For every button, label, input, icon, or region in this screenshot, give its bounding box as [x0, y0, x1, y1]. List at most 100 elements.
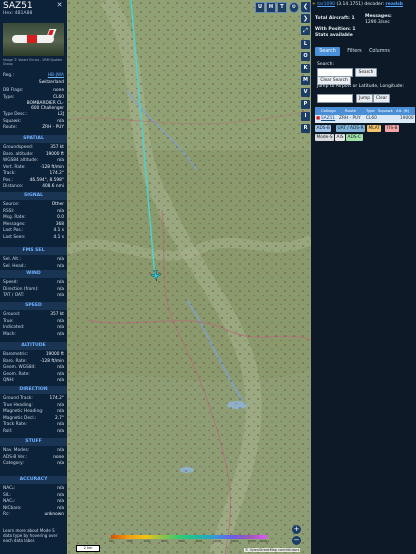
- decoder-label: decoder:: [364, 2, 385, 7]
- stats-link[interactable]: Stats available: [315, 33, 353, 38]
- altitude-tick-label: 4000: [161, 540, 168, 543]
- col-route[interactable]: Route: [345, 107, 356, 115]
- fullscreen-icon[interactable]: ⤢: [301, 26, 310, 35]
- field-label: Magnetic Decl.:: [3, 415, 37, 421]
- field-label: Baro. altitude:: [3, 151, 34, 157]
- settings-icon[interactable]: ⚙: [289, 2, 299, 13]
- field-value: n/a: [57, 409, 64, 414]
- collapse-left-icon[interactable]: ❮: [301, 2, 310, 11]
- search-label: Search:: [317, 62, 334, 67]
- field-value: 19000 ft: [45, 151, 64, 157]
- messages-label: Messages:: [365, 14, 392, 19]
- tab-search[interactable]: Search: [315, 47, 340, 56]
- map-button-t[interactable]: T: [277, 2, 287, 13]
- map-button-o[interactable]: O: [301, 52, 310, 61]
- field-label: Category:: [3, 461, 24, 466]
- field-value: n/a: [57, 371, 64, 377]
- map-button-l[interactable]: L: [301, 40, 310, 49]
- field-label: Ground:: [3, 312, 21, 317]
- zoom-in-button[interactable]: +: [292, 525, 301, 534]
- field-label: TAT / OAT:: [3, 293, 25, 298]
- altitude-tick-label: 6000: [178, 540, 185, 543]
- map-button-k[interactable]: K: [301, 64, 310, 73]
- field-label: Magnetic Heading:: [3, 409, 44, 414]
- field-label: Sel. Alt.:: [3, 257, 21, 262]
- section-rows-wind: Speed: n/a Direction (from): n/a TAT / OAT: n…: [3, 280, 64, 300]
- more-info-note: Learn more about Mode S data type by hov…: [3, 528, 58, 543]
- signal-row: Last Seen: 4.1 s: [3, 235, 64, 242]
- map-canvas[interactable]: [67, 0, 311, 554]
- altitude-tick-label: 1000: [126, 540, 133, 543]
- col-alt[interactable]: Alt. (ft): [396, 107, 409, 115]
- aircraft-photo[interactable]: [3, 23, 64, 56]
- stuff-row: Category: n/a: [3, 461, 64, 468]
- section-rows-accuracy: NACₚ: n/a SIL: n/a NACᵥ: n/a NICbaro: n/a Rc: unk…: [3, 486, 64, 519]
- map-attribution[interactable]: © OpenStreetMap contributors: [244, 548, 301, 552]
- app-name-link[interactable]: tar1090: [317, 2, 335, 7]
- flag-icon: ■: [316, 116, 321, 121]
- reg-value[interactable]: HB-JWA: [48, 73, 64, 78]
- map-button-h[interactable]: H: [266, 2, 276, 13]
- expand-right-icon[interactable]: ❯: [301, 14, 310, 23]
- map-button-p[interactable]: P: [301, 100, 310, 109]
- map-view[interactable]: U H T ⚙ ◈ + − 2 km 500100020004000600080…: [67, 0, 311, 554]
- field-value: n/a: [57, 257, 64, 262]
- map-button-u[interactable]: U: [255, 2, 265, 13]
- altitude-legend: [111, 535, 267, 539]
- tab-filters[interactable]: Filters: [342, 47, 367, 56]
- tab-columns[interactable]: Columns: [367, 47, 392, 56]
- col-squawk[interactable]: Squawk: [378, 107, 393, 115]
- speed-row: Mach: n/a: [3, 332, 64, 339]
- field-value: n/a: [57, 331, 64, 337]
- map-button-v[interactable]: V: [301, 88, 310, 97]
- field-label: WGS84 altitude:: [3, 158, 39, 163]
- aircraft-list-panel: ✈ tar1090 (3.14.1751) decoder: readsb To…: [311, 0, 416, 554]
- field-value: n/a: [57, 158, 64, 163]
- search-button[interactable]: Search: [355, 68, 377, 77]
- col-callsign[interactable]: Callsign: [321, 107, 336, 115]
- selected-hex: Hex: 4B1A88: [3, 11, 33, 16]
- field-label: NICbaro:: [3, 505, 22, 511]
- field-label: Sel. Head.:: [3, 263, 27, 269]
- field-value: Other: [51, 202, 64, 207]
- field-value: n/a: [57, 486, 64, 491]
- field-value: n/a: [57, 280, 64, 285]
- section-header-spatial: SPATIAL: [0, 135, 67, 143]
- section-header-direction: DIRECTION: [0, 386, 67, 394]
- field-label: Geom. WGS84:: [3, 365, 36, 370]
- clear-button[interactable]: Clear: [373, 94, 390, 103]
- country-row: Switzerland: [38, 79, 64, 85]
- field-value: 408.6 nmi: [42, 184, 64, 189]
- table-row[interactable]: ■ SAZ51 ZRH - PUY CL60 19000: [315, 115, 415, 123]
- field-label: Distance:: [3, 184, 24, 189]
- altitude-tick-label: 30000: [247, 540, 256, 543]
- zoom-out-button[interactable]: −: [292, 536, 301, 545]
- field-label: NACₚ:: [3, 486, 16, 491]
- decoder-link[interactable]: readsb: [386, 2, 403, 7]
- field-value: -128 ft/min: [40, 358, 64, 364]
- field-value: n/a: [57, 505, 64, 511]
- type-long-row: BOMBARDIER CL-600 Challenger: [26, 101, 64, 111]
- badge-adsc: ADS-C: [346, 134, 363, 141]
- altitude-tick-label: 2000: [143, 540, 151, 543]
- jump-input[interactable]: [317, 94, 353, 103]
- jump-button[interactable]: Jump: [356, 94, 373, 103]
- row-alt: 19000: [400, 116, 414, 121]
- field-value: n/a: [57, 492, 64, 498]
- field-value: 357 kt: [50, 145, 64, 150]
- aircraft-detail-panel: SAZ51 Hex: 4B1A88 ✕ Image © Varani Enric…: [0, 0, 67, 554]
- field-value: n/a: [57, 428, 64, 434]
- map-button-r[interactable]: R: [301, 124, 310, 133]
- section-header-fms: FMS SEL: [0, 247, 67, 255]
- field-label: Baro. Rate:: [3, 358, 27, 364]
- map-button-i[interactable]: I: [301, 112, 310, 121]
- section-rows-speed: Ground: 357 kt True: n/a Indicated: n/a Mach: n…: [3, 312, 64, 338]
- altitude-tick-label: 8000: [195, 540, 203, 543]
- row-callsign[interactable]: SAZ51: [321, 115, 335, 123]
- field-value: 46.594°, 8.598°: [29, 177, 64, 183]
- field-value: n/a: [57, 293, 64, 298]
- col-type[interactable]: Type: [366, 107, 375, 115]
- badge-mlat: MLAT: [367, 125, 382, 132]
- close-icon[interactable]: ✕: [56, 2, 63, 9]
- map-button-m[interactable]: M: [301, 76, 310, 85]
